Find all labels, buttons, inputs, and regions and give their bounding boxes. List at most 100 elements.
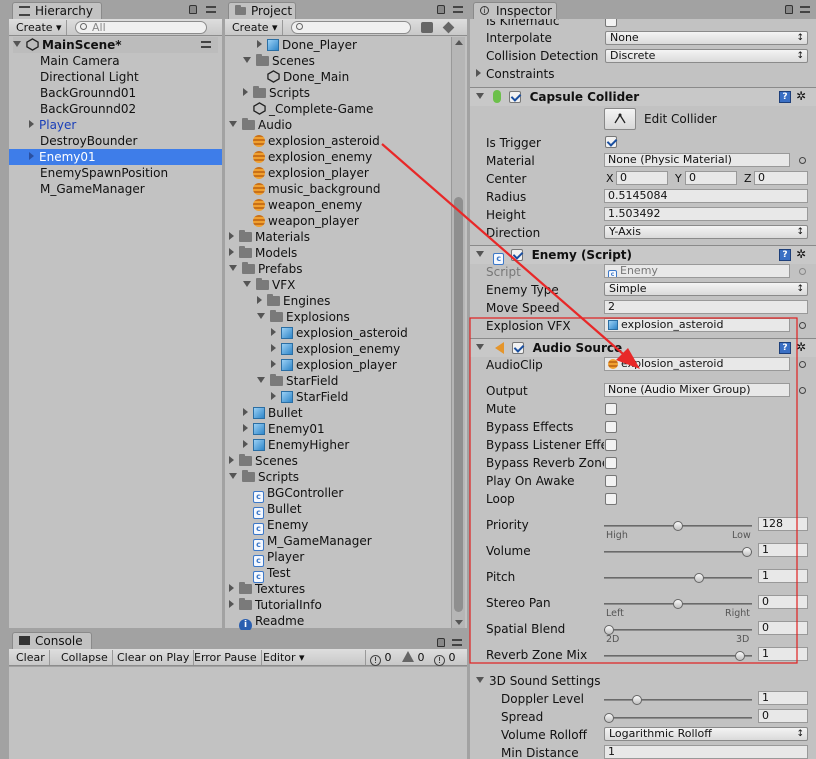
- search-input[interactable]: All: [75, 21, 207, 34]
- expand-icon[interactable]: [229, 600, 234, 608]
- clear-button[interactable]: Clear: [12, 650, 50, 665]
- gear-icon[interactable]: ✲: [796, 90, 808, 102]
- slider-knob[interactable]: [673, 521, 683, 531]
- slider-knob[interactable]: [735, 651, 746, 661]
- scene-menu-icon[interactable]: [201, 41, 211, 48]
- project-item[interactable]: Explosions: [257, 309, 350, 325]
- project-item[interactable]: EnemyHigher: [243, 437, 349, 453]
- expand-icon[interactable]: [243, 408, 248, 416]
- hierarchy-item[interactable]: Player: [29, 117, 209, 133]
- object-picker-icon[interactable]: [799, 157, 806, 164]
- hierarchy-item[interactable]: M_GameManager: [40, 181, 220, 197]
- gear-icon[interactable]: ✲: [796, 341, 808, 353]
- project-scrollbar[interactable]: [451, 37, 465, 628]
- project-item[interactable]: Engines: [257, 293, 330, 309]
- capsule-enabled-checkbox[interactable]: [509, 91, 522, 103]
- 3d-sound-settings-foldout[interactable]: 3D Sound Settings: [476, 673, 601, 689]
- project-item[interactable]: music_background: [243, 181, 380, 197]
- volume-field[interactable]: 1: [758, 543, 808, 557]
- gear-icon[interactable]: ✲: [796, 248, 808, 260]
- console-log-area[interactable]: [9, 667, 467, 759]
- editor-dropdown[interactable]: Editor ▾: [259, 650, 309, 665]
- expand-icon[interactable]: [271, 392, 276, 400]
- error-pause-button[interactable]: Error Pause: [190, 650, 262, 665]
- hierarchy-item[interactable]: DestroyBounder: [40, 133, 220, 149]
- doppler-level-field[interactable]: 1: [758, 691, 808, 705]
- direction-dropdown[interactable]: Y-Axis: [604, 225, 808, 239]
- enemy-script-header[interactable]: c Enemy (Script) ? ✲: [470, 245, 816, 265]
- lock-icon[interactable]: [785, 5, 793, 14]
- object-picker-icon[interactable]: [799, 387, 806, 394]
- expand-icon[interactable]: [257, 296, 262, 304]
- project-item[interactable]: Scripts: [229, 469, 299, 485]
- lock-icon[interactable]: [437, 5, 445, 14]
- project-item[interactable]: Bullet: [243, 405, 303, 421]
- hierarchy-item[interactable]: BackGrounnd02: [40, 101, 220, 117]
- project-item[interactable]: TutorialInfo: [229, 597, 322, 613]
- project-item[interactable]: weapon_enemy: [243, 197, 362, 213]
- expand-icon[interactable]: [229, 584, 234, 592]
- hierarchy-item[interactable]: Enemy01: [9, 149, 222, 165]
- expand-icon[interactable]: [229, 456, 234, 464]
- error-toggle[interactable]: ! 0: [430, 650, 460, 666]
- edit-collider-button[interactable]: [604, 108, 636, 130]
- is-kinematic-checkbox[interactable]: [605, 19, 617, 27]
- filter-type-icon[interactable]: [421, 22, 433, 33]
- expand-icon[interactable]: [13, 41, 21, 47]
- slider-knob[interactable]: [693, 573, 704, 583]
- slider-knob[interactable]: [631, 695, 642, 705]
- menu-icon[interactable]: [800, 6, 810, 13]
- filter-label-icon[interactable]: [442, 21, 455, 34]
- volume-rolloff-dropdown[interactable]: Logarithmic Rolloff: [604, 727, 808, 741]
- project-item[interactable]: explosion_enemy: [271, 341, 400, 357]
- expand-icon[interactable]: [476, 344, 484, 350]
- scroll-down-icon[interactable]: [455, 620, 463, 625]
- bypass-listener-checkbox[interactable]: [605, 439, 617, 451]
- expand-icon[interactable]: [476, 251, 484, 257]
- expand-icon[interactable]: [271, 360, 276, 368]
- capsule-collider-header[interactable]: Capsule Collider ? ✲: [470, 87, 816, 106]
- project-item[interactable]: c Test: [243, 565, 291, 583]
- audio-enabled-checkbox[interactable]: [512, 342, 525, 354]
- expand-icon[interactable]: [271, 328, 276, 336]
- project-item[interactable]: VFX: [243, 277, 295, 293]
- project-item[interactable]: i Readme: [229, 613, 304, 632]
- project-item[interactable]: Scenes: [229, 453, 298, 469]
- menu-icon[interactable]: [452, 639, 462, 646]
- radius-field[interactable]: 0.5145084: [604, 189, 808, 203]
- expand-icon[interactable]: [29, 152, 34, 160]
- clear-on-play-button[interactable]: Clear on Play: [113, 650, 195, 665]
- project-item[interactable]: explosion_player: [271, 357, 397, 373]
- scroll-up-icon[interactable]: [455, 40, 463, 45]
- reverb-zone-mix-slider[interactable]: [604, 651, 752, 661]
- priority-field[interactable]: 128: [758, 517, 808, 531]
- hierarchy-item[interactable]: EnemySpawnPosition: [40, 165, 220, 181]
- pitch-slider[interactable]: [604, 573, 752, 583]
- slider-knob[interactable]: [742, 547, 752, 557]
- expand-icon[interactable]: [476, 93, 484, 99]
- collapse-button[interactable]: Collapse: [57, 650, 113, 665]
- expand-icon[interactable]: [257, 377, 265, 383]
- expand-icon[interactable]: [229, 121, 237, 127]
- project-item[interactable]: _Complete-Game: [243, 101, 373, 117]
- explosion-vfx-field[interactable]: explosion_asteroid: [604, 318, 790, 332]
- expand-icon[interactable]: [243, 424, 248, 432]
- play-on-awake-checkbox[interactable]: [605, 475, 617, 487]
- loop-checkbox[interactable]: [605, 493, 617, 505]
- project-item[interactable]: explosion_player: [243, 165, 369, 181]
- search-input[interactable]: [291, 21, 411, 34]
- spatial-blend-slider[interactable]: [604, 625, 752, 635]
- material-field[interactable]: None (Physic Material): [604, 153, 790, 167]
- help-icon[interactable]: ?: [779, 91, 791, 103]
- project-item[interactable]: Done_Main: [257, 69, 349, 85]
- lock-icon[interactable]: [189, 5, 197, 14]
- expand-icon[interactable]: [257, 313, 265, 319]
- tab-inspector[interactable]: i Inspector: [473, 2, 557, 19]
- expand-icon[interactable]: [243, 88, 248, 96]
- bypass-effects-checkbox[interactable]: [605, 421, 617, 433]
- project-item[interactable]: Prefabs: [229, 261, 303, 277]
- bypass-reverb-checkbox[interactable]: [605, 457, 617, 469]
- is-trigger-checkbox[interactable]: [605, 136, 617, 148]
- audio-source-header[interactable]: Audio Source ? ✲: [470, 338, 816, 357]
- collision-detection-dropdown[interactable]: Discrete: [605, 49, 808, 63]
